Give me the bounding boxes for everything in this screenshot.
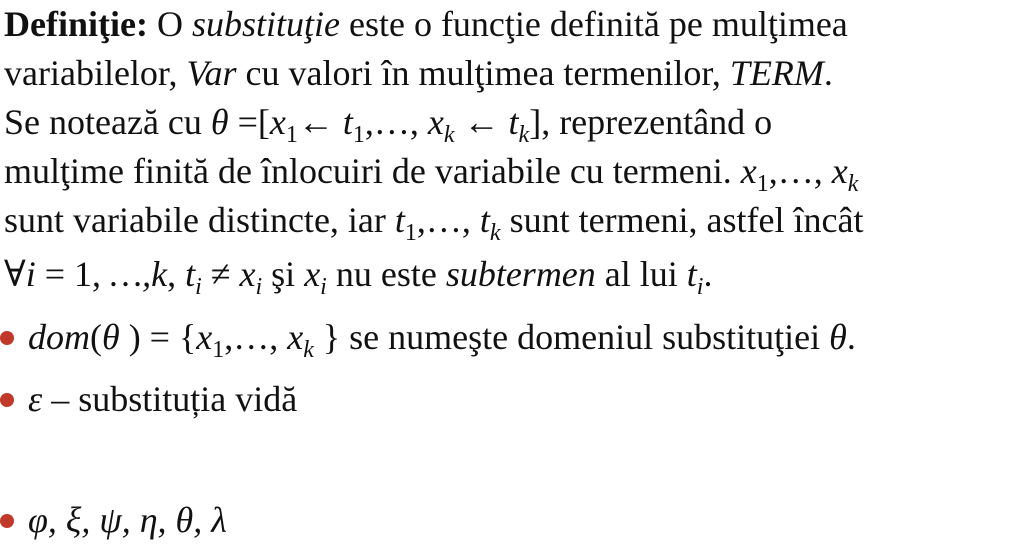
subscript: 1 [404,220,417,246]
arrow: ← [297,102,343,142]
var-x: x [196,317,213,357]
text: este o funcţie definită pe mulţimea [339,4,848,44]
var-i: i [25,254,36,294]
text: ( [90,317,102,357]
var-t: t [394,200,405,240]
var-x: x [239,254,256,294]
bullet-item-symbols: φ, ξ, ψ, η, θ, λ [0,500,227,540]
var-x: x [304,254,321,294]
text: ,…, [224,317,288,357]
text: ,…, [768,151,832,191]
text: . [823,53,833,93]
var-x: x [831,151,848,191]
theta-symbol: θ [829,317,847,357]
text: ) = { [119,317,197,357]
subscript: 1 [212,337,225,363]
text: =[ [228,102,270,142]
term-subtermen: subtermen [445,254,596,294]
arrow: ← [454,102,509,142]
text: ,…, [364,102,428,142]
definition-line-2: variabilelor, Var cu valori în mulţimea … [4,53,833,93]
definition-line-1: Definiţie: O substituţie este o funcţie … [4,4,848,44]
text: ,…, [416,200,480,240]
bullet-dot-icon [0,513,14,528]
text: al lui [595,254,687,294]
subscript: i [320,274,327,300]
text: = 1, [35,254,102,294]
var-x: x [269,102,286,142]
bullet-item-empty-substitution: ε – substituția vidă [0,379,297,419]
forall-symbol: ∀ [4,254,26,294]
var-t: t [342,102,353,142]
var-t: t [479,200,490,240]
dom-function: dom [28,317,90,357]
epsilon-symbol: ε [28,379,43,419]
var-x: x [427,102,444,142]
definition-line-5: sunt variabile distincte, iar t1,…, tk s… [4,200,864,245]
text: cu valori în mulţimea termenilor, [236,53,730,93]
var-x: x [287,317,304,357]
subscript: k [847,171,859,197]
text: sunt termeni, astfel încât [500,200,864,240]
bullet-item-domain: dom(θ ) = {x1,…, xk } se numeşte domeniu… [0,317,856,362]
range: …,k [101,254,168,294]
text: Se notează cu [4,102,211,142]
text: – substituția vidă [42,379,298,419]
subscript: i [195,274,202,300]
text: nu este [326,254,446,294]
text: variabilelor, [4,53,187,93]
text: mulţime finită de înlocuiri de variabile… [4,151,741,191]
subscript: 1 [285,122,298,148]
subscript: k [518,122,530,148]
subscript: k [489,220,501,246]
theta-symbol: θ [102,317,120,357]
bullet-dot-icon [0,392,14,407]
term-var: Var [186,53,237,93]
bullet-dot-icon [0,330,14,345]
greek-symbols: φ, ξ, ψ, η, θ, λ [28,500,227,540]
definition-line-4: mulţime finită de înlocuiri de variabile… [4,151,858,196]
var-t: t [185,254,196,294]
definition-line-6: ∀i = 1, …,k, ti ≠ xi şi xi nu este subte… [4,254,713,299]
theta-symbol: θ [210,102,229,142]
text: . [703,254,713,294]
var-t: t [508,102,519,142]
text: . [846,317,856,357]
definition-line-3: Se notează cu θ =[x1← t1,…, xk ← tk], re… [4,102,773,147]
subscript: k [303,337,314,363]
subscript: 1 [756,171,769,197]
definition-heading: Definiţie: [4,4,148,44]
text: ], reprezentând o [529,102,773,142]
var-t: t [686,254,697,294]
text: } se numeşte domeniul substituţiei [313,317,830,357]
text: , [167,254,186,294]
text: şi [262,254,305,294]
neq-symbol: ≠ [201,254,240,294]
subscript: 1 [352,122,365,148]
text: O [147,4,192,44]
var-x: x [740,151,757,191]
term-substitutie: substituţie [191,4,340,44]
text: sunt variabile distincte, iar [4,200,395,240]
term-term: TERM [729,53,824,93]
subscript: k [443,122,455,148]
